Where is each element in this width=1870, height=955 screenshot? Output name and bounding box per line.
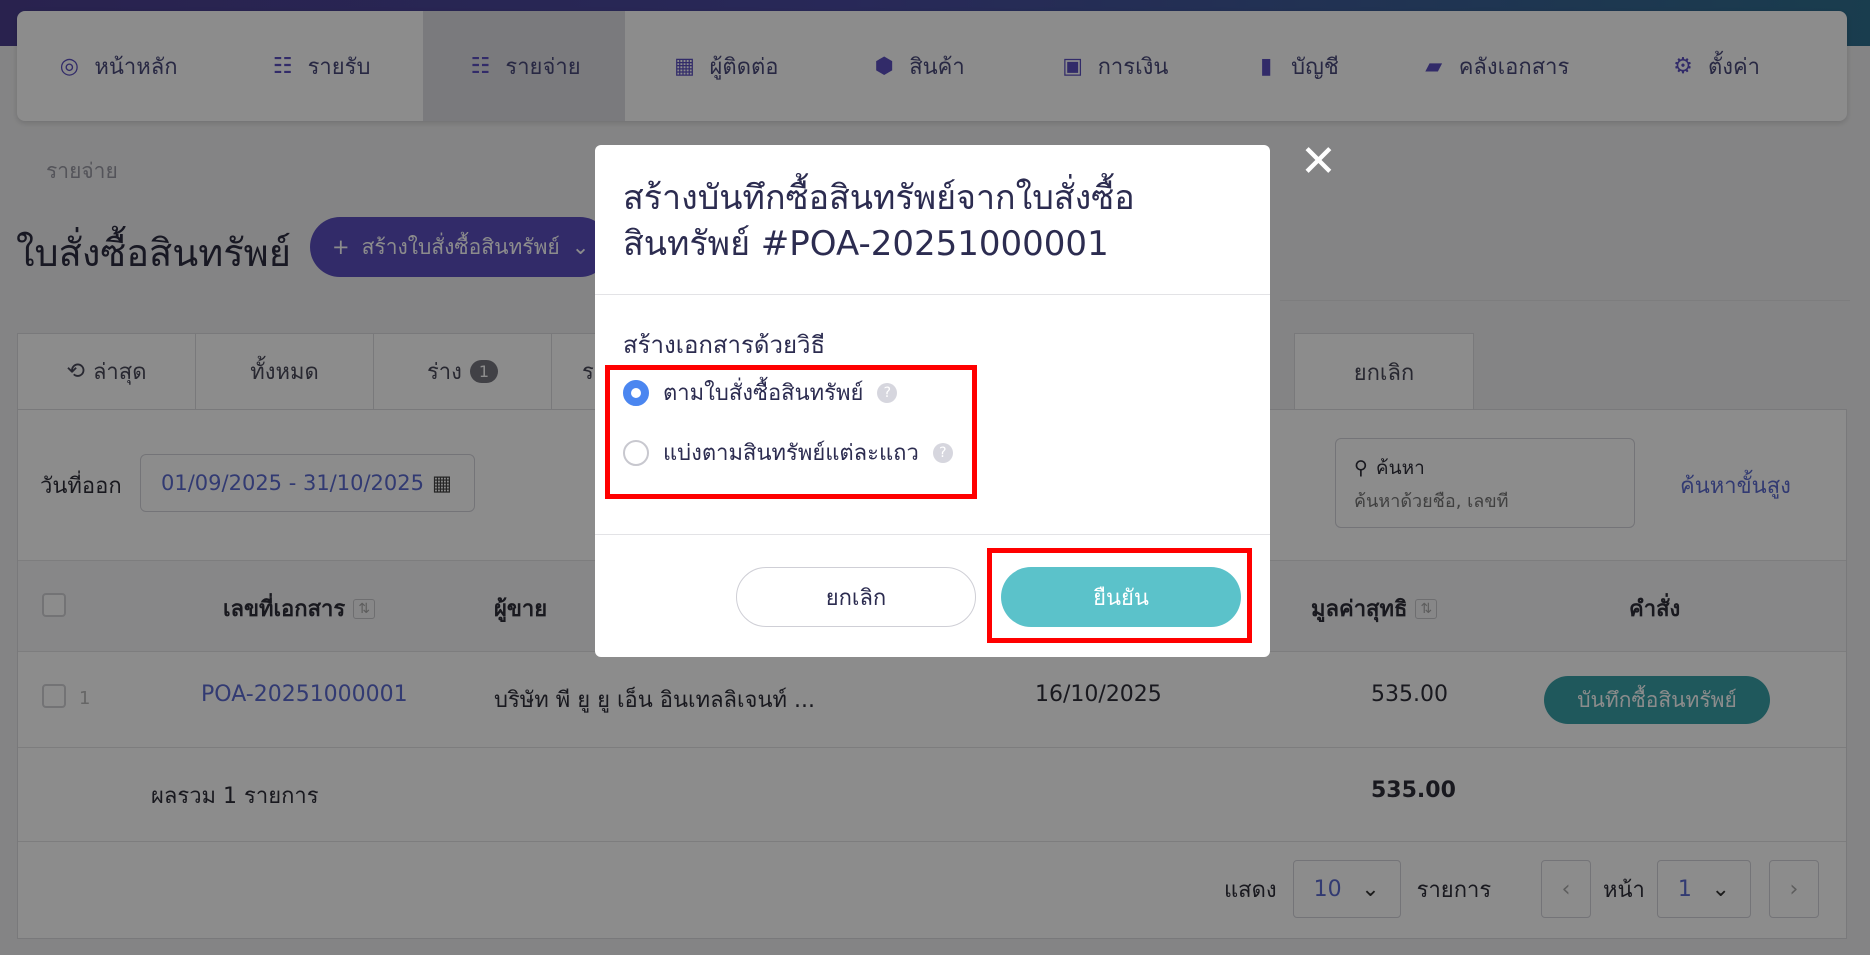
confirm-highlight-box [987,548,1252,643]
modal-header: สร้างบันทึกซื้อสินทรัพย์จากใบสั่งซื้อ สิ… [595,145,1270,295]
modal-title: สร้างบันทึกซื้อสินทรัพย์จากใบสั่งซื้อ สิ… [623,175,1242,267]
modal-title-line: สินทรัพย์ #POA-20251000001 [623,224,1109,264]
options-highlight-box [605,365,977,499]
close-icon[interactable]: ✕ [1300,140,1337,184]
cancel-button[interactable]: ยกเลิก [736,567,976,627]
method-section-label: สร้างเอกสารด้วยวิธี [623,331,826,359]
modal-title-line: สร้างบันทึกซื้อสินทรัพย์จากใบสั่งซื้อ [623,178,1135,218]
